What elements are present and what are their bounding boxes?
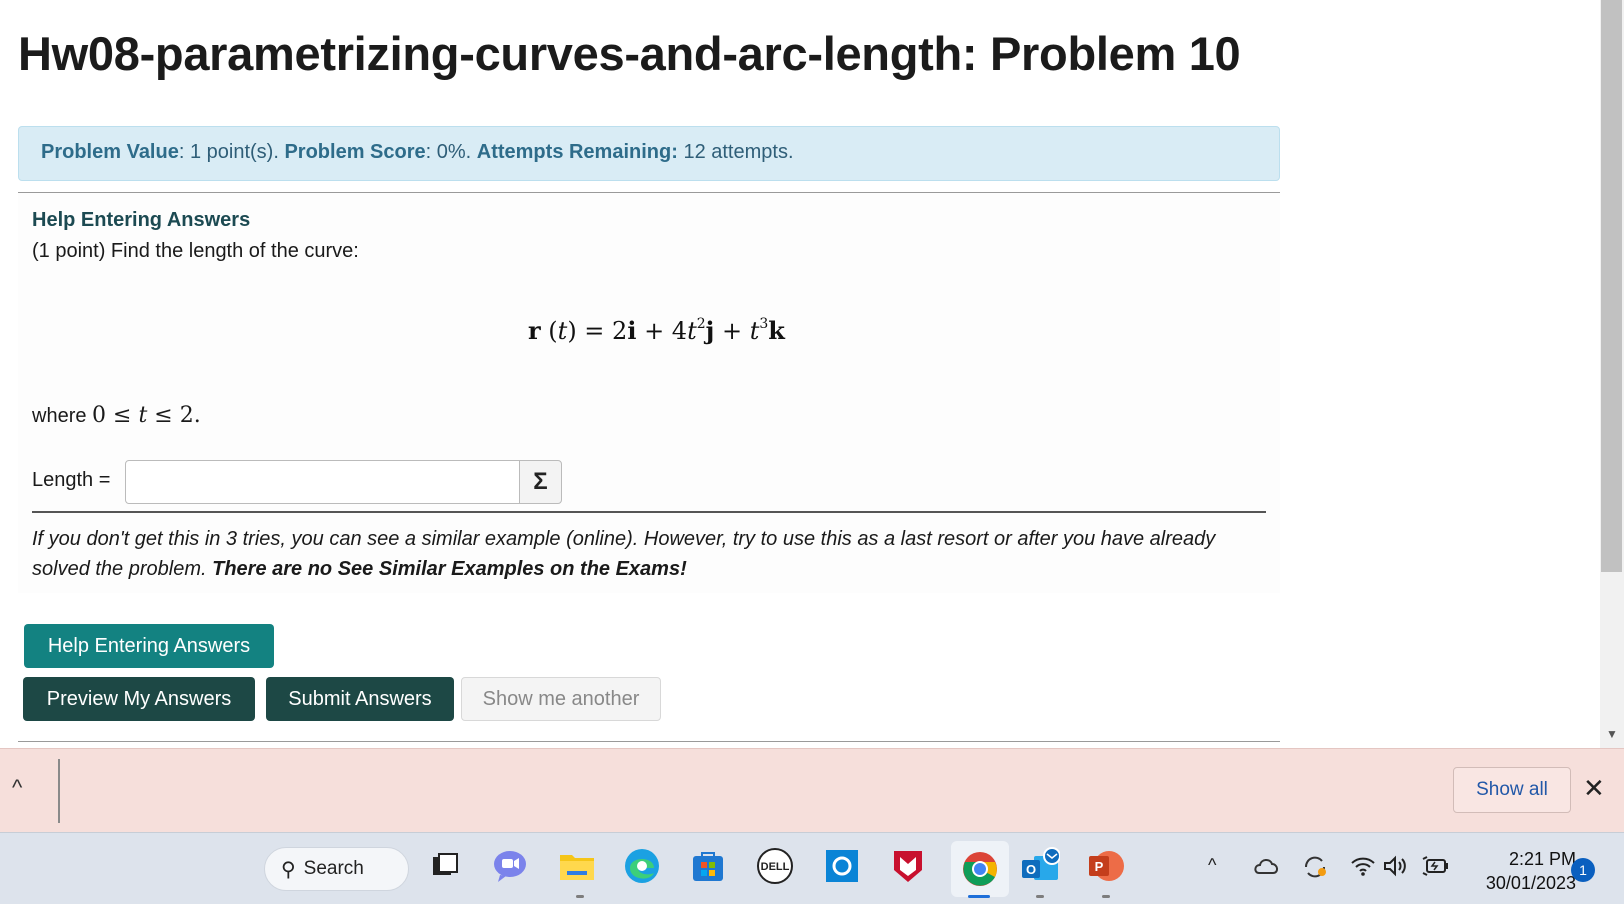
svg-text:P: P: [1095, 859, 1104, 874]
dell-icon[interactable]: DELL: [755, 846, 795, 886]
scrollbar-thumb[interactable]: [1601, 0, 1622, 572]
windows-start-icon[interactable]: [202, 852, 238, 888]
cortana-icon[interactable]: [822, 846, 862, 886]
battery-charging-icon[interactable]: [1421, 855, 1449, 882]
volume-icon[interactable]: [1383, 855, 1409, 882]
download-shelf: ^ Show all ✕: [0, 748, 1624, 832]
file-explorer-icon[interactable]: [557, 846, 597, 886]
task-view-icon[interactable]: [424, 846, 464, 886]
system-clock[interactable]: 2:21 PM 30/01/2023: [1466, 847, 1576, 895]
chevron-up-icon[interactable]: ^: [12, 775, 22, 801]
svg-text:O: O: [1026, 862, 1036, 877]
problem-score-label: Problem Score: [284, 141, 426, 163]
divider: [58, 759, 60, 823]
onedrive-cloud-icon[interactable]: [1252, 855, 1280, 882]
domain-condition: where 0 ≤ t ≤ 2.: [32, 403, 201, 428]
running-indicator-active: [968, 895, 990, 898]
running-indicator: [576, 895, 584, 898]
search-icon: ⚲: [281, 858, 296, 881]
page-title: Hw08-parametrizing-curves-and-arc-length…: [18, 27, 1241, 80]
outlook-icon[interactable]: O: [1020, 846, 1060, 886]
curve-equation: r (t) = 2i + 4t2j + t3k: [528, 316, 785, 345]
search-label: Search: [303, 858, 364, 879]
edge-browser-icon[interactable]: [622, 846, 662, 886]
powerpoint-icon[interactable]: P: [1086, 846, 1126, 886]
chrome-icon[interactable]: [951, 841, 1009, 897]
help-entering-answers-button[interactable]: Help Entering Answers: [24, 624, 274, 668]
problem-value-text: : 1 point(s).: [178, 141, 279, 163]
divider: [18, 741, 1280, 742]
teams-chat-icon[interactable]: [490, 846, 530, 886]
attempts-remaining-label: Attempts Remaining:: [476, 141, 678, 163]
show-me-another-button[interactable]: Show me another: [461, 677, 661, 721]
attempts-remaining-text: 12 attempts.: [683, 141, 794, 163]
sync-icon[interactable]: [1302, 855, 1328, 884]
problem-info-banner: Problem Value: 1 point(s). Problem Score…: [18, 126, 1280, 181]
microsoft-store-icon[interactable]: [688, 846, 728, 886]
taskbar: ⚲ Search DELL O P ^ 2:21 PM 30/01/2023 1: [0, 832, 1624, 904]
wifi-icon[interactable]: [1350, 855, 1376, 882]
svg-text:DELL: DELL: [761, 861, 790, 873]
sigma-icon: Σ: [533, 468, 548, 495]
similar-example-note: If you don't get this in 3 tries, you ca…: [32, 524, 1272, 584]
submit-answers-button[interactable]: Submit Answers: [266, 677, 454, 721]
length-label: Length =: [32, 469, 111, 491]
help-entering-answers-link[interactable]: Help Entering Answers: [32, 209, 250, 232]
note-bold-text: There are no See Similar Examples on the…: [212, 558, 687, 580]
problem-value-label: Problem Value: [41, 141, 179, 163]
webwork-page: Hw08-parametrizing-curves-and-arc-length…: [0, 0, 1600, 748]
running-indicator: [1036, 895, 1044, 898]
taskbar-search[interactable]: ⚲ Search: [264, 847, 409, 891]
length-answer-input[interactable]: [125, 460, 521, 504]
show-all-button[interactable]: Show all: [1453, 767, 1571, 813]
problem-score-text: : 0%.: [425, 141, 472, 163]
running-indicator: [1102, 895, 1110, 898]
notification-badge[interactable]: 1: [1571, 858, 1595, 882]
close-icon[interactable]: ✕: [1583, 773, 1605, 804]
chevron-up-icon[interactable]: ^: [1208, 855, 1216, 876]
preview-answers-button[interactable]: Preview My Answers: [23, 677, 255, 721]
clock-time: 2:21 PM: [1508, 849, 1576, 869]
mcafee-icon[interactable]: [888, 846, 928, 886]
scroll-down-arrow-icon[interactable]: ▼: [1600, 724, 1624, 744]
clock-date: 30/01/2023: [1485, 873, 1576, 893]
domain-inequality: 0 ≤ t ≤ 2.: [92, 403, 201, 428]
equation-editor-button[interactable]: Σ: [519, 460, 562, 504]
problem-intro: (1 point) Find the length of the curve:: [32, 240, 359, 262]
divider: [32, 511, 1266, 513]
where-prefix: where: [32, 405, 87, 427]
